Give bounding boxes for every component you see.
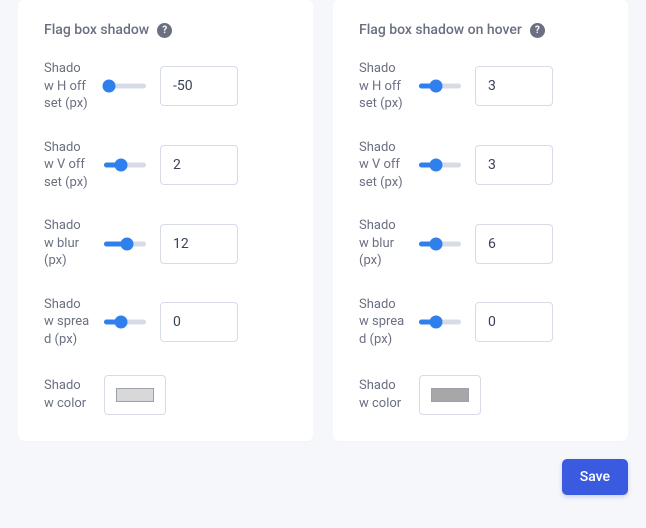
- shadow-blur-slider[interactable]: [104, 237, 146, 251]
- shadow-v-offset-row: Shadow V offset (px): [359, 131, 602, 210]
- shadow-h-offset-row: Shadow H offset (px): [44, 52, 287, 131]
- shadow-h-offset-label: Shadow H offset (px): [359, 60, 405, 113]
- shadow-blur-label: Shadow blur (px): [44, 217, 90, 270]
- shadow-spread-row: Shadow spread (px): [359, 288, 602, 367]
- shadow-color-swatch: [431, 388, 469, 402]
- shadow-v-offset-slider[interactable]: [419, 158, 461, 172]
- save-button[interactable]: Save: [562, 459, 628, 495]
- shadow-spread-input[interactable]: [475, 302, 553, 342]
- help-icon[interactable]: ?: [157, 23, 172, 38]
- shadow-blur-slider[interactable]: [419, 237, 461, 251]
- shadow-color-row: Shadow color: [44, 367, 287, 415]
- shadow-color-picker[interactable]: [419, 375, 481, 415]
- card-title: Flag box shadow ?: [44, 22, 287, 38]
- shadow-color-label: Shadow color: [359, 377, 405, 412]
- shadow-spread-input[interactable]: [160, 302, 238, 342]
- shadow-blur-label: Shadow blur (px): [359, 217, 405, 270]
- shadow-h-offset-row: Shadow H offset (px): [359, 52, 602, 131]
- card-title: Flag box shadow on hover ?: [359, 22, 602, 38]
- flag-box-shadow-hover-card: Flag box shadow on hover ? Shadow H offs…: [333, 0, 628, 441]
- help-icon[interactable]: ?: [530, 23, 545, 38]
- shadow-h-offset-slider[interactable]: [419, 79, 461, 93]
- shadow-h-offset-input[interactable]: [475, 66, 553, 106]
- shadow-h-offset-label: Shadow H offset (px): [44, 60, 90, 113]
- shadow-spread-label: Shadow spread (px): [359, 296, 405, 349]
- shadow-v-offset-slider[interactable]: [104, 158, 146, 172]
- card-title-text: Flag box shadow on hover: [359, 22, 522, 38]
- shadow-blur-row: Shadow blur (px): [44, 209, 287, 288]
- shadow-v-offset-label: Shadow V offset (px): [44, 139, 90, 192]
- flag-box-shadow-card: Flag box shadow ? Shadow H offset (px) S…: [18, 0, 313, 441]
- shadow-h-offset-input[interactable]: [160, 66, 238, 106]
- shadow-color-row: Shadow color: [359, 367, 602, 415]
- shadow-color-picker[interactable]: [104, 375, 166, 415]
- shadow-blur-input[interactable]: [160, 224, 238, 264]
- shadow-spread-label: Shadow spread (px): [44, 296, 90, 349]
- shadow-blur-row: Shadow blur (px): [359, 209, 602, 288]
- shadow-color-label: Shadow color: [44, 377, 90, 412]
- shadow-spread-slider[interactable]: [419, 315, 461, 329]
- shadow-spread-slider[interactable]: [104, 315, 146, 329]
- card-title-text: Flag box shadow: [44, 22, 149, 38]
- shadow-spread-row: Shadow spread (px): [44, 288, 287, 367]
- shadow-color-swatch: [116, 388, 154, 402]
- shadow-v-offset-input[interactable]: [160, 145, 238, 185]
- shadow-h-offset-slider[interactable]: [104, 79, 146, 93]
- shadow-blur-input[interactable]: [475, 224, 553, 264]
- shadow-v-offset-row: Shadow V offset (px): [44, 131, 287, 210]
- shadow-v-offset-label: Shadow V offset (px): [359, 139, 405, 192]
- shadow-v-offset-input[interactable]: [475, 145, 553, 185]
